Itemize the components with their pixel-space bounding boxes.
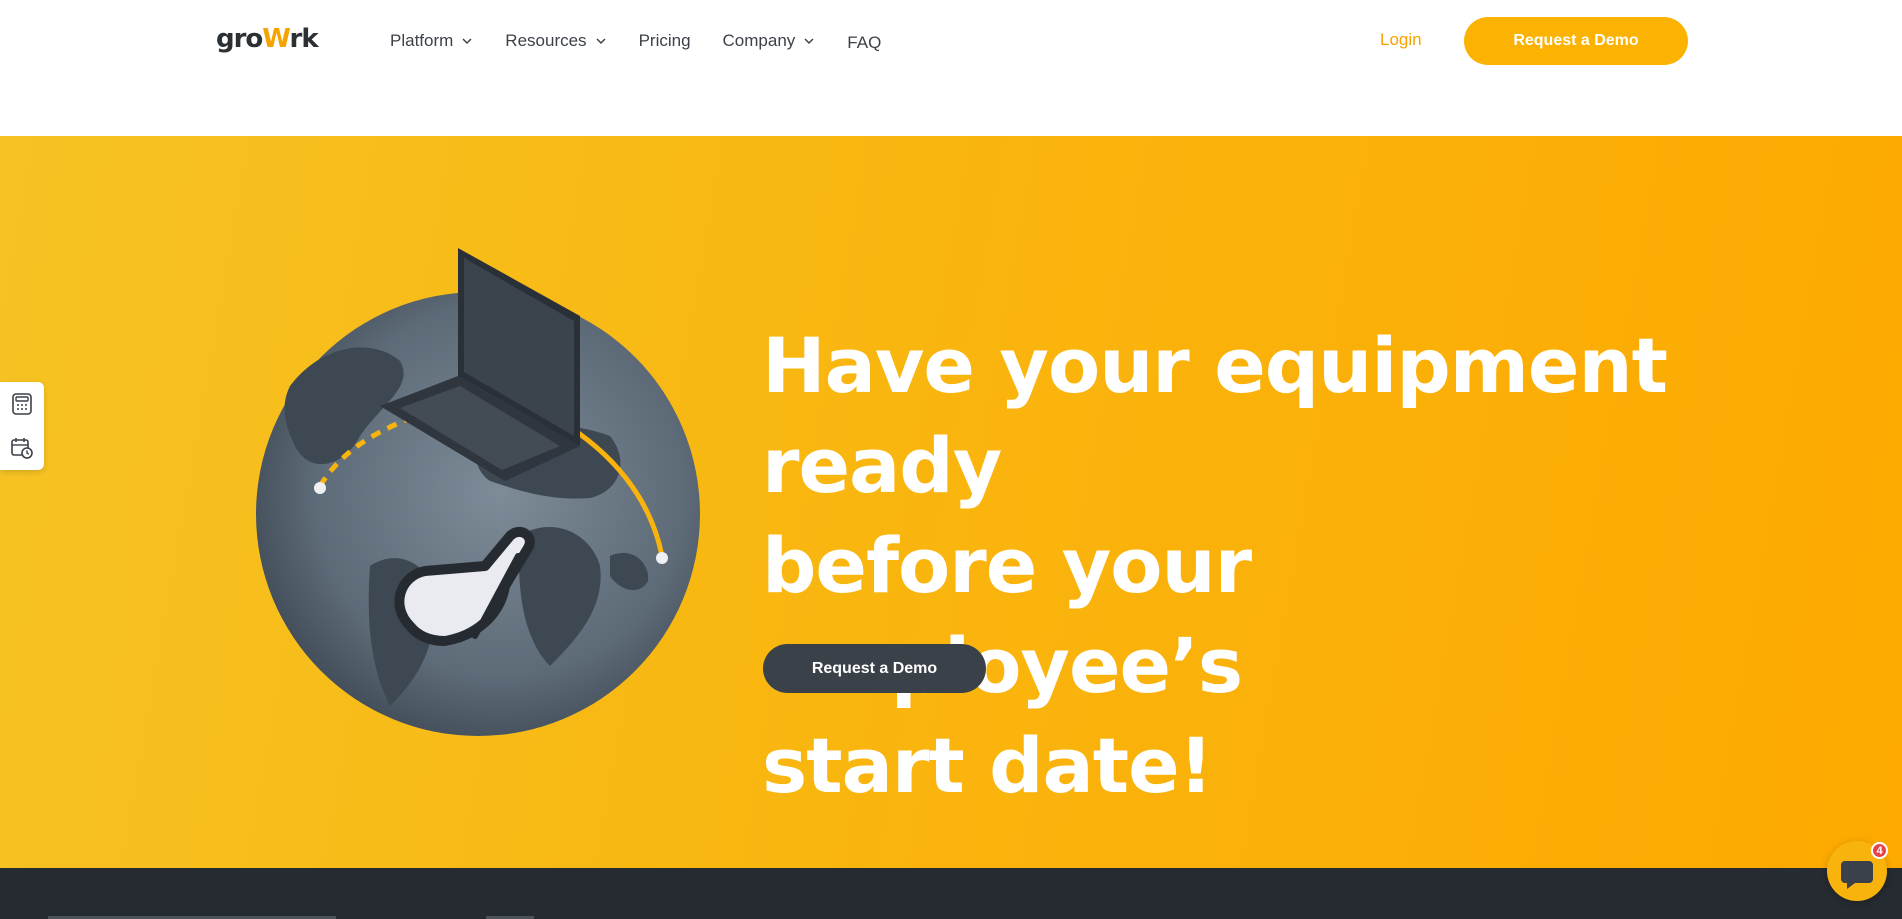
login-link[interactable]: Login (1380, 30, 1422, 50)
logo-text-end: rk (289, 24, 319, 54)
chevron-down-icon (462, 38, 472, 45)
globe-laptop-illustration (256, 248, 700, 736)
hero-heading-line-3: start date! (762, 721, 1213, 810)
chevron-down-icon (596, 38, 606, 45)
main-nav: Platform Resources Pricing Company FAQ (390, 26, 881, 56)
chevron-down-icon (804, 38, 814, 45)
nav-platform-label: Platform (390, 31, 454, 50)
hero-request-demo-button[interactable]: Request a Demo (763, 644, 986, 693)
footer-band (0, 868, 1902, 919)
hero-section: Have your equipment ready before your em… (0, 136, 1902, 868)
nav-pricing[interactable]: Pricing (639, 28, 691, 54)
nav-company-label: Company (722, 31, 796, 50)
nav-faq-label: FAQ (847, 33, 882, 52)
calculator-icon[interactable] (10, 392, 34, 416)
side-tools-widget (0, 382, 44, 470)
request-demo-button[interactable]: Request a Demo (1464, 17, 1688, 65)
logo-text-start: gro (216, 24, 263, 54)
logo-text-accent: W (262, 24, 290, 54)
nav-platform[interactable]: Platform (390, 28, 473, 54)
hero-heading: Have your equipment ready before your em… (762, 316, 1742, 816)
nav-resources[interactable]: Resources (505, 28, 606, 54)
nav-faq[interactable]: FAQ (847, 30, 881, 56)
hero-heading-line-1: Have your equipment ready (762, 321, 1668, 510)
nav-resources-label: Resources (505, 31, 587, 50)
nav-pricing-label: Pricing (638, 31, 691, 50)
chat-notification-badge: 4 (1871, 842, 1888, 859)
growrk-logo[interactable]: groWrk (216, 24, 319, 54)
nav-company[interactable]: Company (723, 28, 816, 54)
site-header: groWrk Platform Resources Pricing Compan… (0, 0, 1902, 136)
calendar-clock-icon[interactable] (10, 436, 34, 460)
